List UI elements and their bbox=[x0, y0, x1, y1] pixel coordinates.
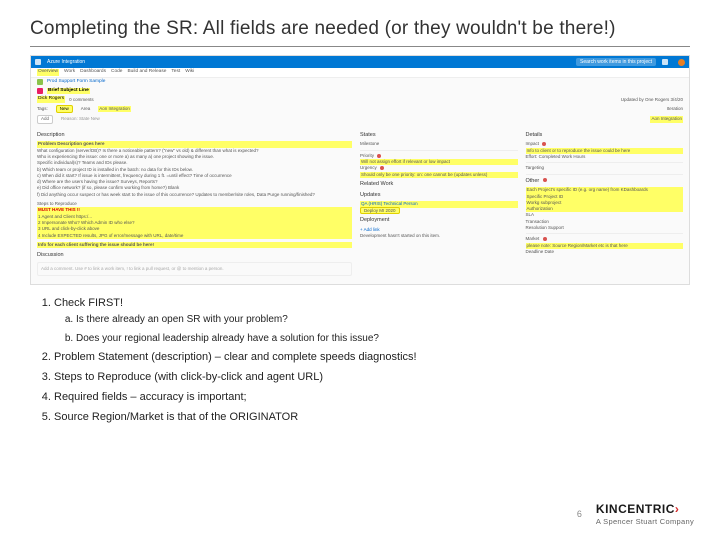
comments-count[interactable]: 0 comments bbox=[69, 97, 94, 103]
details-pane: Details Impact Info to client or to repr… bbox=[526, 129, 684, 276]
settings-icon[interactable] bbox=[662, 59, 668, 65]
other-heading: Other bbox=[526, 178, 684, 186]
brand-sub: A Spencer Stuart Company bbox=[596, 517, 694, 526]
required-dot-icon bbox=[543, 178, 547, 182]
state-badge[interactable]: New bbox=[56, 105, 73, 113]
note-5: Source Region/Market is that of the ORIG… bbox=[54, 409, 690, 426]
description-heading: Description bbox=[37, 132, 352, 140]
desc-footer: Info for each client suffering the issue… bbox=[37, 242, 352, 248]
avatar[interactable] bbox=[678, 59, 685, 66]
area-value[interactable]: Aon Integration bbox=[98, 106, 131, 112]
urgency-note: Should only be one priority: on: one can… bbox=[360, 172, 518, 178]
menu-wiki[interactable]: Wiki bbox=[185, 69, 194, 76]
required-dot-icon bbox=[380, 166, 384, 170]
discussion-input[interactable]: Add a comment. Use # to link a work item… bbox=[37, 262, 352, 276]
app-topbar: Azure Integration Search work items in t… bbox=[31, 56, 689, 68]
iteration-updated: Updated by One Rogers 3/4/20 bbox=[621, 97, 683, 103]
step-line: 4 Include EXPECTED results, JPG of error… bbox=[37, 233, 352, 239]
targeting-field[interactable]: Targeting bbox=[526, 165, 684, 171]
breadcrumb-row: Prod Support Form Sample bbox=[31, 78, 689, 87]
details-heading: Details bbox=[526, 132, 684, 140]
tags-label: Tags: bbox=[37, 106, 48, 112]
note-1a: Is there already an open SR with your pr… bbox=[76, 312, 690, 328]
deploy-badge: Deploy MI 2020 bbox=[360, 207, 400, 214]
deployment-heading: Deployment bbox=[360, 217, 518, 225]
milestone-field[interactable]: Milestone bbox=[360, 141, 518, 147]
meta-row: Tags: New Area Aon Integration Iteration bbox=[31, 104, 689, 114]
search-placeholder: Search work items in this project bbox=[580, 59, 652, 66]
azure-icon bbox=[35, 59, 41, 65]
desc-line: f) Did anything occur suspect or has wee… bbox=[37, 192, 352, 198]
iteration-value[interactable]: Aon Integration bbox=[650, 116, 683, 122]
app-name: Azure Integration bbox=[47, 59, 85, 66]
note-1b: Does your regional leadership already ha… bbox=[76, 331, 690, 347]
menu-overview[interactable]: Overview bbox=[37, 69, 59, 76]
menu-bar: Overview Work Dashboards Code Build and … bbox=[31, 68, 689, 78]
ticket-title[interactable]: Brief Subject Line bbox=[47, 88, 90, 95]
brand-logo: KINCENTRIC› A Spencer Stuart Company bbox=[596, 502, 694, 526]
required-dot-icon bbox=[542, 142, 546, 146]
footer: 6 KINCENTRIC› A Spencer Stuart Company bbox=[577, 502, 694, 526]
page-number: 6 bbox=[577, 509, 582, 519]
workitem-icon bbox=[37, 88, 43, 94]
required-dot-icon bbox=[543, 237, 547, 241]
state-reason: Reason: State New bbox=[61, 116, 100, 122]
menu-code[interactable]: Code bbox=[111, 69, 122, 76]
updates-heading: Updates bbox=[360, 192, 518, 200]
states-heading: States bbox=[360, 132, 518, 140]
required-dot-icon bbox=[377, 154, 381, 158]
owner[interactable]: Dick Rogers bbox=[37, 96, 65, 103]
resolution-field[interactable]: Resolution Support bbox=[526, 225, 684, 231]
search-input[interactable]: Search work items in this project bbox=[576, 58, 656, 66]
menu-work[interactable]: Work bbox=[64, 69, 75, 76]
discussion-heading: Discussion bbox=[37, 252, 352, 260]
states-pane: States Milestone Priority Will not assig… bbox=[360, 129, 518, 276]
note-1: Check FIRST! Is there already an open SR… bbox=[54, 295, 690, 346]
note-2: Problem Statement (description) – clear … bbox=[54, 349, 690, 366]
project-icon bbox=[37, 79, 43, 85]
title-row: Brief Subject Line bbox=[31, 87, 689, 96]
slide-title: Completing the SR: All fields are needed… bbox=[30, 18, 690, 47]
meta-row2: Add Reason: State New Aon Integration bbox=[31, 114, 689, 124]
add-tag[interactable]: Add bbox=[37, 115, 53, 123]
iteration-label: Iteration bbox=[667, 106, 683, 112]
effort-field[interactable]: Effort: Completed Work Hours bbox=[526, 154, 684, 160]
menu-dashboards[interactable]: Dashboards bbox=[80, 69, 106, 76]
related-heading: Related Work bbox=[360, 181, 518, 189]
menu-build[interactable]: Build and Release bbox=[127, 69, 166, 76]
area-label: Area bbox=[81, 106, 91, 112]
deployment-note: Development hasn't started on this item. bbox=[360, 233, 518, 239]
description-pane: Description Problem Description goes her… bbox=[37, 129, 352, 276]
note-4: Required fields – accuracy is important; bbox=[54, 389, 690, 406]
screenshot: Azure Integration Search work items in t… bbox=[30, 55, 690, 285]
menu-test[interactable]: Test bbox=[171, 69, 180, 76]
owner-row: Dick Rogers 0 comments Updated by One Ro… bbox=[31, 95, 689, 104]
brand-chevron-icon: › bbox=[675, 502, 680, 516]
deadline-field[interactable]: Deadline Date bbox=[526, 249, 684, 255]
note-3: Steps to Reproduce (with click-by-click … bbox=[54, 369, 690, 386]
speaker-notes: Check FIRST! Is there already an open SR… bbox=[0, 285, 720, 426]
breadcrumb[interactable]: Prod Support Form Sample bbox=[47, 79, 105, 86]
